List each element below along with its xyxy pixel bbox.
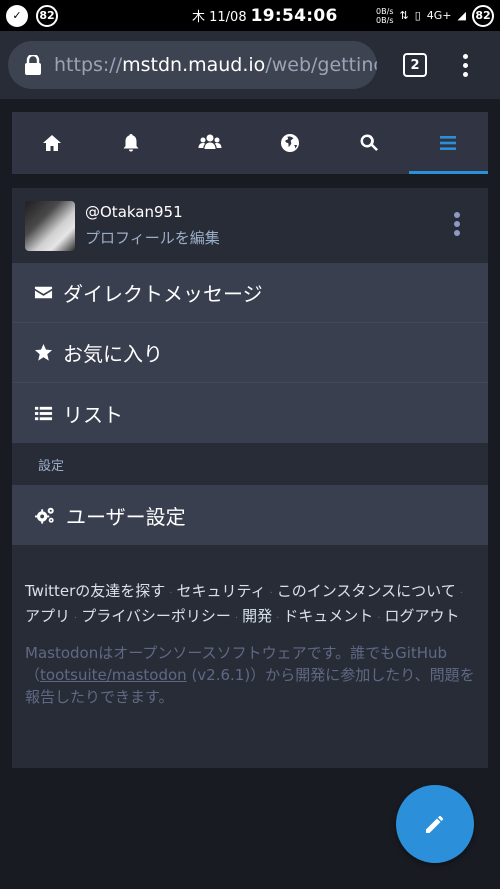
column-nav: [12, 112, 489, 174]
footer-links: Twitterの友達を探す · セキュリティ · このインスタンスについて ·アプリ · プラ…: [25, 582, 463, 625]
settings-menu: ユーザー設定: [12, 485, 488, 545]
main-menu: ダイレクトメッセージ お気に入り リスト: [12, 263, 488, 443]
signal-icon: ◢: [457, 9, 466, 22]
badge-count: 82: [36, 4, 58, 27]
tab-home[interactable]: [12, 112, 91, 174]
link-apps[interactable]: アプリ: [25, 607, 70, 625]
browser-toolbar: https://mstdn.maud.io/web/getting-starte…: [0, 31, 500, 99]
status-time: 19:54:06: [250, 5, 338, 26]
settings-section-header: 設定: [38, 458, 65, 474]
link-find-twitter-friends[interactable]: Twitterの友達を探す: [25, 582, 165, 600]
tab-notifications[interactable]: [91, 112, 170, 174]
account-handle[interactable]: @Otakan951: [85, 203, 220, 221]
bars-icon: [440, 136, 457, 150]
menu-item-label: リスト: [63, 402, 123, 427]
search-icon: [360, 134, 378, 151]
link-security[interactable]: セキュリティ: [176, 582, 265, 600]
link-developers[interactable]: 開発: [242, 607, 272, 625]
avatar[interactable]: [25, 200, 75, 251]
menu-item-lists[interactable]: リスト: [12, 383, 488, 443]
menu-item-label: お気に入り: [63, 342, 163, 366]
bell-icon: [123, 134, 139, 152]
account-menu-icon[interactable]: [454, 212, 460, 236]
url-text: https://mstdn.maud.io/web/getting-starte…: [54, 54, 377, 76]
list-icon: [34, 406, 53, 420]
link-about-instance[interactable]: このインスタンスについて: [277, 582, 456, 600]
network-type: 4G+: [426, 9, 452, 22]
data-arrows-icon: ⇅: [399, 9, 409, 22]
menu-item-label: ダイレクトメッセージ: [63, 282, 263, 306]
tab-local-timeline[interactable]: [171, 112, 250, 174]
pencil-icon: [426, 815, 444, 833]
tab-search[interactable]: [329, 112, 408, 174]
menu-item-favourites[interactable]: お気に入り: [12, 323, 488, 383]
users-icon: [198, 134, 222, 149]
vibrate-icon: ▯: [414, 9, 421, 22]
compose-button[interactable]: [396, 785, 474, 863]
check-icon: ✓: [6, 4, 28, 27]
envelope-icon: [34, 286, 53, 299]
url-bar[interactable]: https://mstdn.maud.io/web/getting-starte…: [8, 41, 377, 89]
home-icon: [42, 135, 61, 151]
battery-indicator: 82: [472, 4, 494, 27]
about-text: Mastodonはオープンソースソフトウェアです。誰でもGitHub（toots…: [25, 644, 475, 706]
link-logout[interactable]: ログアウト: [385, 607, 460, 625]
status-date: 木 11/08: [192, 9, 247, 25]
tab-switcher-button[interactable]: 2: [403, 53, 427, 77]
edit-profile-link[interactable]: プロフィールを編集: [85, 227, 220, 248]
menu-item-user-settings[interactable]: ユーザー設定: [12, 485, 488, 545]
cogs-icon: [35, 507, 54, 524]
tab-federated-timeline[interactable]: [250, 112, 329, 174]
link-privacy-policy[interactable]: プライバシーポリシー: [81, 607, 231, 625]
link-documentation[interactable]: ドキュメント: [283, 607, 373, 625]
net-speed: 0B/s 0B/s: [376, 6, 394, 25]
globe-icon: [280, 134, 299, 152]
browser-menu-icon[interactable]: [463, 53, 469, 77]
getting-started-panel: @Otakan951 プロフィールを編集 ダイレクトメッセージ お気に入り リス…: [12, 188, 488, 768]
menu-item-label: ユーザー設定: [66, 504, 186, 529]
lock-icon: [25, 55, 41, 75]
github-repo-link[interactable]: tootsuite/mastodon: [40, 666, 187, 684]
status-bar: ✓ 82 木 11/08 19:54:06 0B/s 0B/s ⇅ ▯ 4G+ …: [0, 0, 500, 31]
tab-menu[interactable]: [408, 112, 489, 174]
star-icon: [34, 343, 53, 361]
account-card: @Otakan951 プロフィールを編集: [12, 188, 488, 263]
menu-item-direct-messages[interactable]: ダイレクトメッセージ: [12, 263, 488, 323]
